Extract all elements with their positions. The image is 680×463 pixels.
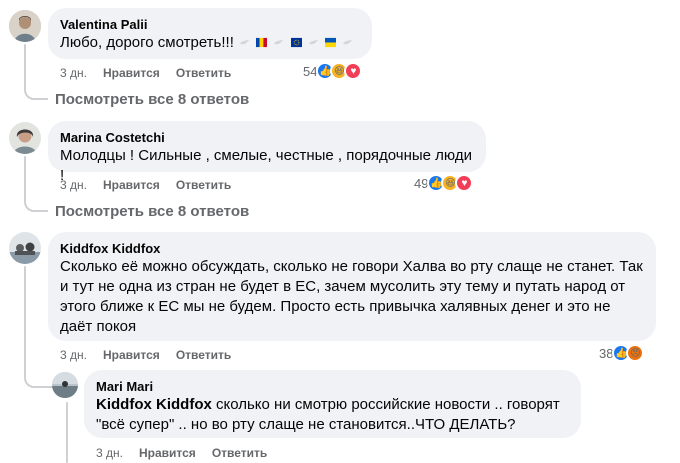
eu-flag-icon [290, 37, 302, 48]
comment-actions: 3 дн. Нравится Ответить [60, 66, 231, 80]
avatar[interactable] [52, 372, 78, 398]
comment-author[interactable]: Marina Costetchi [60, 129, 474, 146]
avatar-photo-icon [9, 122, 41, 154]
reply-button[interactable]: Ответить [176, 348, 231, 362]
reaction-count: 38 [599, 345, 614, 361]
reply-actions: 3 дн. Нравится Ответить [96, 446, 267, 460]
reply-author[interactable]: Mari Mari [96, 378, 569, 395]
comment-time[interactable]: 3 дн. [60, 66, 87, 80]
emoji-strip-icon [238, 34, 354, 51]
thread-line [66, 402, 68, 463]
comment-bubble: Marina Costetchi Молодцы ! Сильные , сме… [48, 121, 486, 184]
view-replies-link[interactable]: Посмотреть все 8 ответов [55, 91, 249, 108]
reaction-summary[interactable]: 49 👍 😆 ♥ [414, 174, 474, 192]
reaction-count: 49 [414, 175, 429, 191]
avatar-photo-icon [9, 232, 41, 264]
thread-line [24, 266, 26, 362]
comment-author[interactable]: Kiddfox Kiddfox [60, 240, 644, 257]
reply-text: Kiddfox Kiddfox сколько ни смотрю россий… [96, 395, 569, 435]
ukraine-flag-icon [324, 37, 336, 48]
dove-icon [342, 39, 353, 45]
comment-text-body: Любо, дорого смотреть!!! [60, 34, 234, 51]
reply-time[interactable]: 3 дн. [96, 446, 123, 460]
like-button[interactable]: Нравится [103, 66, 160, 80]
thread-line [24, 156, 26, 200]
comment-actions: 3 дн. Нравится Ответить [60, 178, 231, 192]
thread-elbow [24, 196, 48, 212]
comment-bubble: Kiddfox Kiddfox Сколько её можно обсужда… [48, 232, 656, 341]
reply-bubble: Mari Mari Kiddfox Kiddfox сколько ни смо… [84, 370, 581, 438]
thread-elbow [24, 84, 48, 100]
comment-text: Сколько её можно обсуждать, сколько не г… [60, 258, 643, 335]
angry-reaction-icon: 😠 [626, 344, 645, 362]
like-button[interactable]: Нравится [103, 348, 160, 362]
comment-actions: 3 дн. Нравится Ответить [60, 348, 231, 362]
love-reaction-icon: ♥ [344, 62, 363, 80]
reply-button[interactable]: Ответить [176, 178, 231, 192]
mention-link[interactable]: Kiddfox Kiddfox [96, 396, 212, 413]
reaction-summary[interactable]: 54 👍 😆 ♥ [303, 62, 363, 80]
comment-bubble: Valentina Palii Любо, дорого смотреть!!! [48, 8, 372, 59]
like-button[interactable]: Нравится [139, 446, 196, 460]
reaction-count: 54 [303, 63, 318, 79]
thread-line [24, 44, 26, 88]
moldova-flag-icon [256, 37, 268, 48]
dove-icon [308, 39, 318, 45]
view-replies-link[interactable]: Посмотреть все 8 ответов [55, 203, 249, 220]
avatar[interactable] [9, 10, 41, 42]
avatar[interactable] [9, 232, 41, 264]
comment-text: Любо, дорого смотреть!!! [60, 33, 360, 53]
thread-elbow [24, 358, 54, 388]
avatar[interactable] [9, 122, 41, 154]
reply-button[interactable]: Ответить [212, 446, 267, 460]
reaction-summary[interactable]: 38 👍 😠 [599, 344, 645, 362]
love-reaction-icon: ♥ [455, 174, 474, 192]
like-button[interactable]: Нравится [103, 178, 160, 192]
comment-author[interactable]: Valentina Palii [60, 16, 360, 33]
reply-button[interactable]: Ответить [176, 66, 231, 80]
comment-time[interactable]: 3 дн. [60, 348, 87, 362]
avatar-photo-icon [52, 372, 78, 398]
avatar-photo-icon [9, 10, 41, 42]
comment-time[interactable]: 3 дн. [60, 178, 87, 192]
dove-icon [239, 39, 250, 45]
dove-icon [274, 39, 284, 45]
